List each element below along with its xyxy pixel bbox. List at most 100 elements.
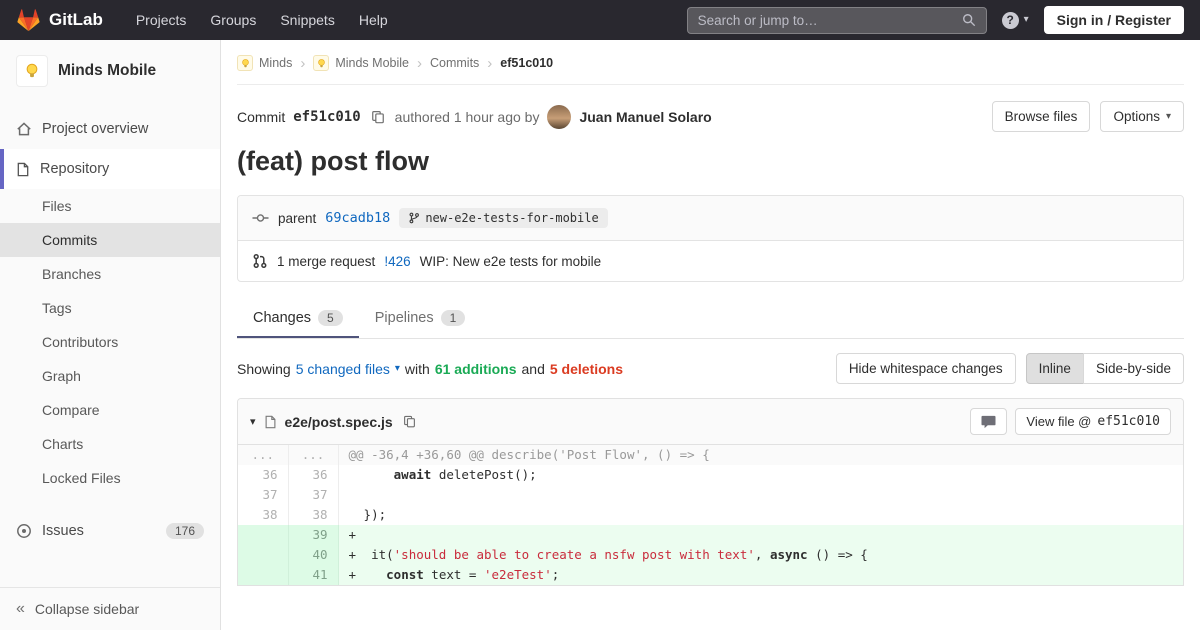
breadcrumb-minds[interactable]: Minds <box>237 55 292 71</box>
breadcrumb-commits[interactable]: Commits <box>430 56 479 70</box>
nav-snippets[interactable]: Snippets <box>269 6 345 34</box>
parent-commit-row: parent 69cadb18 new-e2e-tests-for-mobile <box>238 196 1183 241</box>
new-line-number[interactable]: 36 <box>288 465 339 485</box>
project-name: Minds Mobile <box>58 62 157 79</box>
new-line-number[interactable]: 40 <box>288 545 339 565</box>
code-line: + it('should be able to create a nsfw po… <box>338 545 1183 565</box>
tab-changes[interactable]: Changes 5 <box>237 298 359 338</box>
code-line: + const text = 'e2eTest'; <box>338 565 1183 585</box>
tab-pipelines[interactable]: Pipelines 1 <box>359 298 482 338</box>
branch-badge[interactable]: new-e2e-tests-for-mobile <box>399 208 608 228</box>
commit-icon <box>252 214 269 222</box>
sidebar-item-project-overview[interactable]: Project overview <box>0 109 220 149</box>
breadcrumb-label: Minds <box>259 56 293 70</box>
diff-file-header: ▾ e2e/post.spec.js View file @ ef51c010 <box>238 399 1183 445</box>
old-line-number[interactable] <box>238 545 289 565</box>
sidebar-item-graph[interactable]: Graph <box>0 359 220 393</box>
copy-sha-button[interactable] <box>369 110 387 124</box>
project-sidebar: Minds Mobile Project overview Repository… <box>0 40 221 630</box>
old-line-number[interactable]: 37 <box>238 485 289 505</box>
code-line: }); <box>348 507 387 522</box>
top-navbar: GitLab Projects Groups Snippets Help ? ▾… <box>0 0 1200 40</box>
copy-icon <box>403 415 415 428</box>
diff-row: 41 + const text = 'e2eTest'; <box>238 565 1183 585</box>
lightbulb-icon <box>318 58 325 67</box>
collapse-sidebar-button[interactable]: « Collapse sidebar <box>0 587 220 630</box>
primary-nav: Projects Groups Snippets Help <box>125 6 399 34</box>
hide-whitespace-button[interactable]: Hide whitespace changes <box>835 353 1016 384</box>
commit-info-box: parent 69cadb18 new-e2e-tests-for-mobile… <box>237 195 1184 282</box>
sidebar-nav: Project overview Repository Files Commit… <box>0 109 220 551</box>
sidebar-item-issues[interactable]: Issues 176 <box>0 511 220 551</box>
changed-files-label: 5 changed files <box>295 360 390 377</box>
diff-summary: Showing 5 changed files ▾ with 61 additi… <box>237 353 1184 384</box>
breadcrumb-label: Minds Mobile <box>335 56 409 70</box>
showing-label: Showing <box>237 360 291 377</box>
side-by-side-view-button[interactable]: Side-by-side <box>1082 353 1184 384</box>
collapse-diff-icon[interactable]: ▾ <box>250 415 256 428</box>
question-icon: ? <box>1001 11 1019 29</box>
sidebar-item-label: Repository <box>40 161 110 177</box>
branch-icon <box>409 212 420 224</box>
new-line-number[interactable]: 41 <box>288 565 339 585</box>
tab-count-badge: 5 <box>318 310 343 326</box>
sidebar-item-charts[interactable]: Charts <box>0 427 220 461</box>
sidebar-item-compare[interactable]: Compare <box>0 393 220 427</box>
diff-row: 40 + it('should be able to create a nsfw … <box>238 545 1183 565</box>
view-file-button[interactable]: View file @ ef51c010 <box>1015 408 1171 435</box>
copy-path-button[interactable] <box>401 415 418 428</box>
nav-groups[interactable]: Groups <box>199 6 267 34</box>
old-line-number[interactable]: 38 <box>238 505 289 525</box>
new-line-number[interactable]: 37 <box>288 485 339 505</box>
inline-view-button[interactable]: Inline <box>1025 353 1084 384</box>
sidebar-item-branches[interactable]: Branches <box>0 257 220 291</box>
search-input[interactable] <box>697 12 962 28</box>
file-icon <box>265 415 275 428</box>
new-line-number[interactable]: 39 <box>288 525 339 545</box>
project-context[interactable]: Minds Mobile <box>0 40 220 97</box>
nav-projects[interactable]: Projects <box>125 6 198 34</box>
comment-icon <box>981 415 996 428</box>
help-menu[interactable]: ? ▾ <box>1001 11 1029 29</box>
tab-count-badge: 1 <box>440 310 466 326</box>
changed-files-dropdown[interactable]: 5 changed files <box>296 361 390 377</box>
brand-name: GitLab <box>49 10 103 29</box>
nav-help[interactable]: Help <box>348 6 399 34</box>
old-line-number[interactable] <box>238 525 289 545</box>
sidebar-item-label: Issues <box>42 523 84 539</box>
mr-ref-link[interactable]: !426 <box>384 254 410 269</box>
code-line: @@ -36,4 +36,60 @@ describe('Post Flow',… <box>338 445 1183 465</box>
new-line-number[interactable]: ... <box>288 445 339 465</box>
old-line-number[interactable]: ... <box>238 445 289 465</box>
sign-in-button[interactable]: Sign in / Register <box>1043 6 1184 34</box>
sidebar-item-locked-files[interactable]: Locked Files <box>0 461 220 495</box>
old-line-number[interactable] <box>238 565 289 585</box>
commit-label: Commit <box>237 108 286 125</box>
chevron-down-icon: ▾ <box>1165 110 1171 122</box>
parent-sha-link[interactable]: 69cadb18 <box>325 210 390 226</box>
sidebar-item-files[interactable]: Files <box>0 189 220 223</box>
comment-button[interactable] <box>970 408 1008 435</box>
chevron-right-icon: › <box>416 54 422 72</box>
new-line-number[interactable]: 38 <box>288 505 339 525</box>
gitlab-logo[interactable]: GitLab <box>16 8 103 32</box>
global-search[interactable] <box>686 6 987 34</box>
options-dropdown-button[interactable]: Options ▾ <box>1100 101 1184 132</box>
sidebar-item-tags[interactable]: Tags <box>0 291 220 325</box>
diff-file-path[interactable]: e2e/post.spec.js <box>285 414 393 430</box>
commit-title: (feat) post flow <box>237 146 429 176</box>
breadcrumb-minds-mobile[interactable]: Minds Mobile <box>313 55 409 71</box>
view-file-sha: ef51c010 <box>1097 414 1160 429</box>
sidebar-item-repository[interactable]: Repository <box>0 149 220 189</box>
old-line-number[interactable]: 36 <box>238 465 289 485</box>
deletions-count: 5 deletions <box>549 360 624 377</box>
author-name[interactable]: Juan Manuel Solaro <box>579 109 711 125</box>
gitlab-tanuki-icon <box>17 9 40 32</box>
sidebar-item-label: Project overview <box>42 121 149 137</box>
browse-files-button[interactable]: Browse files <box>991 101 1091 132</box>
additions-count: 61 additions <box>434 360 517 377</box>
repository-icon <box>17 162 29 176</box>
sidebar-item-contributors[interactable]: Contributors <box>0 325 220 359</box>
main-content: Minds › Minds Mobile › Commits › ef51c01… <box>221 40 1200 630</box>
sidebar-item-commits[interactable]: Commits <box>0 223 220 257</box>
